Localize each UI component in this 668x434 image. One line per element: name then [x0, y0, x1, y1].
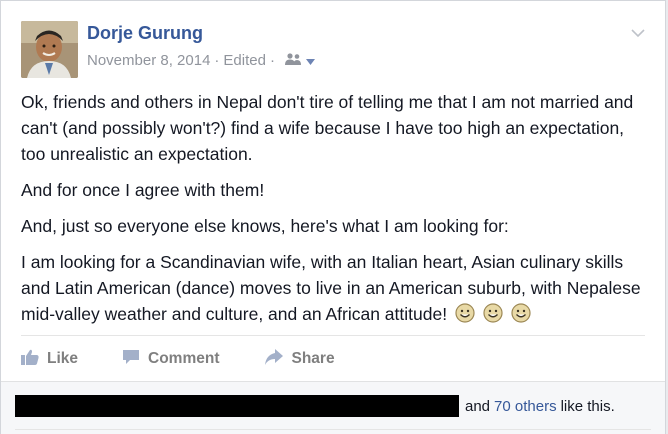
- audience-selector[interactable]: [284, 52, 315, 69]
- post-paragraph: And, just so everyone else knows, here's…: [21, 216, 509, 236]
- likes-summary: and 70 others like this.: [15, 395, 615, 417]
- post-paragraph-text: I am looking for a Scandinavian wife, wi…: [21, 252, 641, 324]
- post-date[interactable]: November 8, 2014: [87, 52, 210, 69]
- share-button[interactable]: Share: [264, 348, 335, 370]
- comment-icon: [122, 349, 148, 370]
- smiley-face-icon: [511, 303, 531, 330]
- author-name[interactable]: Dorje Gurung: [87, 23, 203, 44]
- comment-label: Comment: [148, 350, 220, 367]
- thumbs-up-icon: [21, 349, 47, 370]
- likes-and: and: [465, 397, 491, 415]
- smiley-face-icon: [483, 303, 503, 330]
- post-card: Dorje Gurung November 8, 2014 · Edited ·: [0, 0, 666, 434]
- avatar[interactable]: [21, 21, 78, 78]
- like-button[interactable]: Like: [21, 349, 78, 370]
- share-label: Share: [291, 350, 335, 367]
- meta-separator: ·: [214, 52, 220, 69]
- share-arrow-icon: [264, 348, 292, 370]
- others-link[interactable]: 70 others: [494, 398, 557, 415]
- likes-footer: and 70 others like this.: [1, 381, 665, 434]
- meta-separator-2: ·: [269, 52, 275, 69]
- like-label: Like: [47, 350, 79, 367]
- post-actions: Like Comment Share: [21, 347, 379, 371]
- caret-down-icon: [305, 52, 315, 69]
- chevron-down-icon[interactable]: [631, 25, 645, 43]
- edited-label[interactable]: Edited: [223, 52, 266, 69]
- emoji-group: [455, 303, 531, 324]
- post-paragraph-last: I am looking for a Scandinavian wife, wi…: [21, 249, 651, 330]
- smiley-face-icon: [455, 303, 475, 330]
- post-body: Ok, friends and others in Nepal don't ti…: [21, 89, 651, 340]
- friends-icon: [284, 52, 303, 69]
- likes-suffix: like this.: [560, 397, 615, 415]
- footer-divider: [15, 429, 651, 430]
- divider: [21, 335, 645, 336]
- comment-button[interactable]: Comment: [122, 349, 220, 370]
- redacted-names: [15, 395, 459, 417]
- post-paragraph: Ok, friends and others in Nepal don't ti…: [21, 92, 634, 164]
- post-paragraph: And for once I agree with them!: [21, 180, 265, 200]
- post-meta: November 8, 2014 · Edited ·: [87, 52, 315, 69]
